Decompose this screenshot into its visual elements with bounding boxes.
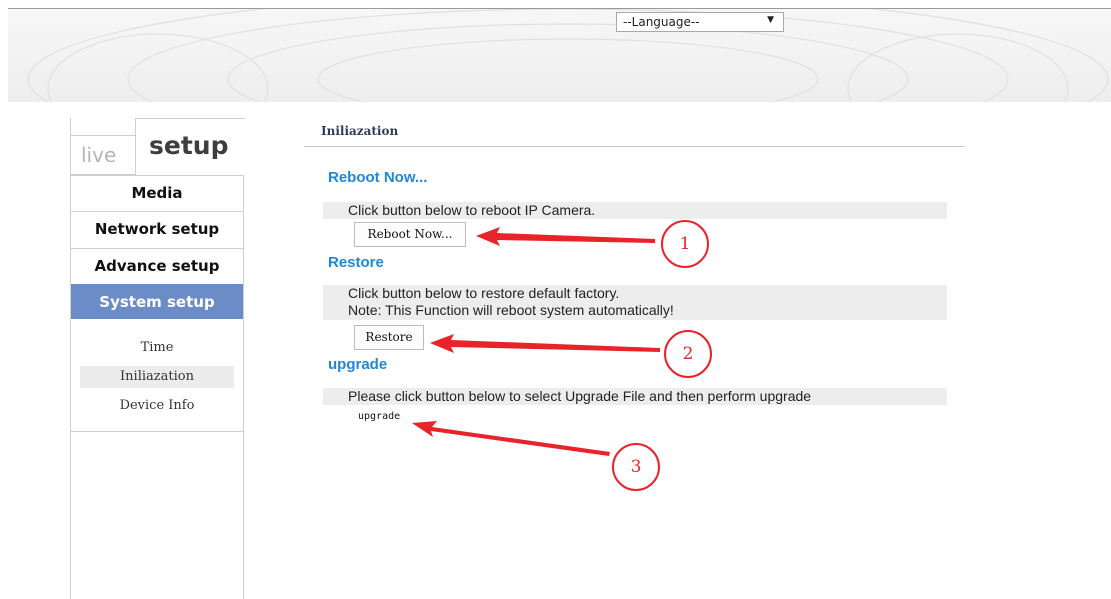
annotation-arrow-3 (412, 421, 610, 456)
annotation-marker-3: 3 (612, 443, 660, 491)
annotation-arrows (412, 227, 660, 456)
annotation-arrow-2 (430, 334, 660, 353)
annotation-marker-1: 1 (661, 220, 709, 268)
annotation-arrow-1 (476, 227, 655, 246)
annotation-marker-2: 2 (664, 330, 712, 378)
